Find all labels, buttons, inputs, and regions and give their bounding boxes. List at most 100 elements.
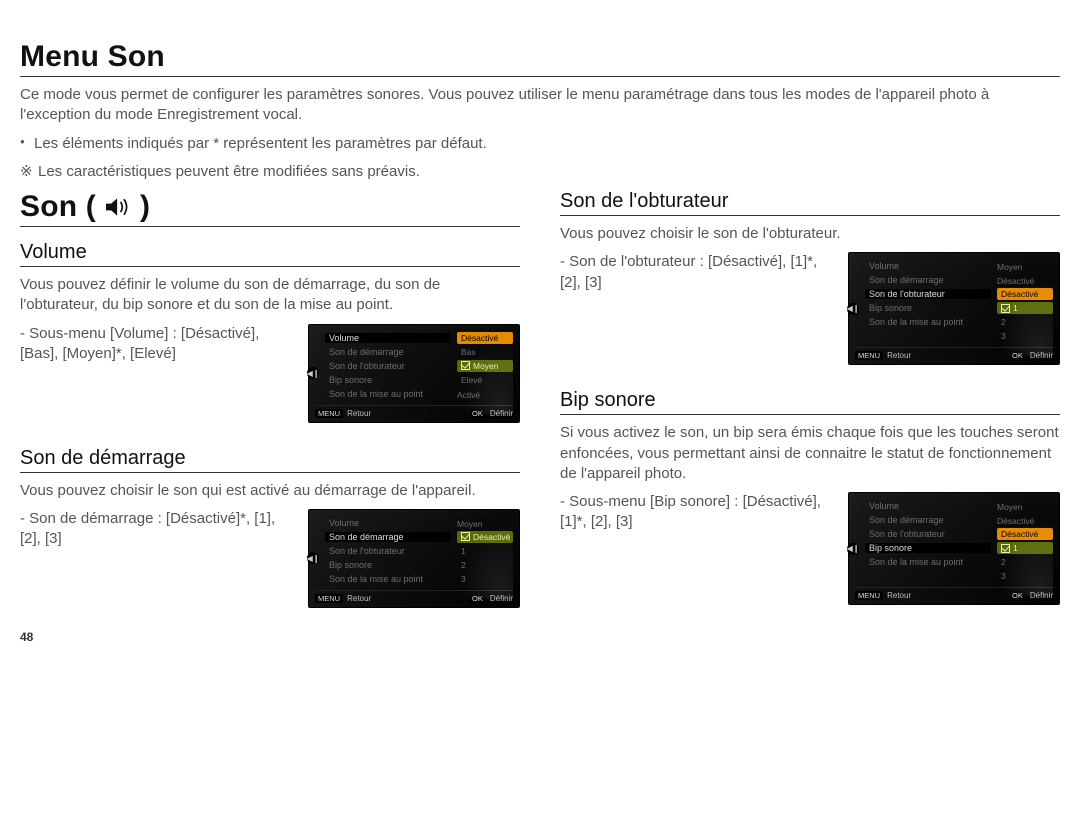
back-label: Retour — [347, 594, 371, 603]
two-column-layout: Son ( ) Volume Vous pouvez définir le vo… — [20, 190, 1060, 632]
lcd-option: Désactivé — [997, 288, 1053, 300]
lcd-item: Son de démarrage — [865, 515, 991, 525]
son-heading-suffix: ) — [140, 190, 150, 224]
lcd-item: Bip sonore — [865, 303, 991, 313]
lcd-item: Volume — [865, 261, 991, 271]
lcd-item: Son de l'obturateur — [325, 546, 451, 556]
lcd-option: 3 — [457, 573, 513, 585]
lcd-mock-obturateur: ◀❙ Volume Moyen Son de démarrage Désacti… — [848, 252, 1060, 365]
check-icon — [461, 361, 470, 370]
ok-tag: OK — [1009, 351, 1026, 360]
lcd-option: Elevé — [457, 374, 513, 386]
lcd-option: 2 — [997, 556, 1053, 568]
spec-label: - Son de démarrage : — [20, 510, 162, 527]
right-column: Son de l'obturateur Vous pouvez choisir … — [560, 190, 1060, 629]
menu-tag: MENU — [315, 409, 343, 418]
lcd-item-bip: Bip sonore — [865, 543, 991, 553]
spec-volume: - Sous-menu [Volume] : [Désactivé], [Bas… — [20, 324, 290, 365]
lcd-item: Bip sonore — [325, 560, 451, 570]
section-desc-demarrage: Vous pouvez choisir le son qui est activ… — [20, 481, 520, 501]
lcd-option-selected: 1 — [997, 302, 1053, 314]
intro-paragraph: Ce mode vous permet de configurer les pa… — [20, 85, 1060, 126]
menu-tag: MENU — [855, 351, 883, 360]
lcd-item: Volume — [865, 501, 991, 511]
check-icon — [1001, 304, 1010, 313]
lcd-item: Volume — [325, 518, 451, 528]
lcd-value: Activé — [451, 388, 513, 400]
check-icon — [461, 532, 470, 541]
son-heading: Son ( ) — [20, 190, 520, 227]
lcd-option: 2 — [457, 559, 513, 571]
lcd-option: Désactivé — [457, 332, 513, 344]
lcd-option-selected: Désactivé — [457, 531, 513, 543]
lcd-item: Bip sonore — [325, 375, 451, 385]
section-obturateur: Son de l'obturateur Vous pouvez choisir … — [560, 190, 1060, 365]
lcd-value: Moyen — [991, 500, 1053, 512]
lcd-item: Son de la mise au point — [865, 317, 991, 327]
lcd-mock-volume: ◀❙ Volume Désactivé Son de démarrage Bas — [308, 324, 520, 423]
back-label: Retour — [347, 409, 371, 418]
lcd-option: 3 — [997, 570, 1053, 582]
spec-bip: - Sous-menu [Bip sonore] : [Désactivé], … — [560, 492, 830, 533]
section-title-obturateur: Son de l'obturateur — [560, 190, 1060, 216]
set-label: Définir — [1030, 591, 1053, 600]
lcd-value: Désactivé — [991, 514, 1053, 526]
lcd-mock-bip: ◀❙ Volume Moyen Son de démarrage Désacti… — [848, 492, 1060, 605]
section-demarrage: Son de démarrage Vous pouvez choisir le … — [20, 447, 520, 608]
section-title-demarrage: Son de démarrage — [20, 447, 520, 473]
lcd-option: Bas — [457, 346, 513, 358]
menu-tag: MENU — [855, 591, 883, 600]
lcd-value: Moyen — [451, 517, 513, 529]
spec-label: - Sous-menu [Bip sonore] : — [560, 493, 738, 510]
back-label: Retour — [887, 351, 911, 360]
section-title-volume: Volume — [20, 241, 520, 267]
section-desc-bip: Si vous activez le son, un bip sera émis… — [560, 423, 1060, 484]
section-bip: Bip sonore Si vous activez le son, un bi… — [560, 389, 1060, 605]
lcd-footer: MENU Retour OK Définir — [855, 347, 1053, 360]
spec-demarrage: - Son de démarrage : [Désactivé]*, [1], … — [20, 509, 290, 550]
lcd-value: Désactivé — [991, 274, 1053, 286]
page-title: Menu Son — [20, 40, 1060, 77]
section-title-bip: Bip sonore — [560, 389, 1060, 415]
intro-note: Les caractéristiques peuvent être modifi… — [20, 162, 1060, 182]
lcd-footer: MENU Retour OK Définir — [315, 405, 513, 418]
manual-page: Menu Son Ce mode vous permet de configur… — [0, 0, 1080, 652]
lcd-option: 3 — [997, 330, 1053, 342]
page-number: 48 — [20, 630, 33, 644]
son-heading-prefix: Son ( — [20, 190, 96, 224]
spec-label: - Son de l'obturateur : — [560, 253, 704, 270]
set-label: Définir — [1030, 351, 1053, 360]
lcd-option-selected: 1 — [997, 542, 1053, 554]
lcd-item: Son de la mise au point — [325, 389, 451, 399]
lcd-mock-demarrage: ◀❙ Volume Moyen Son de démarrage Désacti… — [308, 509, 520, 608]
spec-obturateur: - Son de l'obturateur : [Désactivé], [1]… — [560, 252, 830, 293]
lcd-item: Son de la mise au point — [865, 557, 991, 567]
lcd-footer: MENURetour OKDéfinir — [315, 590, 513, 603]
lcd-item: Son de l'obturateur — [865, 529, 991, 539]
set-label: Définir — [490, 594, 513, 603]
section-volume: Volume Vous pouvez définir le volume du … — [20, 241, 520, 423]
intro-bullet: Les éléments indiqués par * représentent… — [20, 134, 1060, 154]
set-label: Définir — [490, 409, 513, 418]
lcd-item: Son de démarrage — [325, 347, 451, 357]
check-icon — [1001, 544, 1010, 553]
lcd-option: 1 — [457, 545, 513, 557]
back-label: Retour — [887, 591, 911, 600]
lcd-item-volume: Volume — [325, 333, 451, 343]
lcd-item: Son de démarrage — [865, 275, 991, 285]
lcd-footer: MENU Retour OK Définir — [855, 587, 1053, 600]
section-desc-obturateur: Vous pouvez choisir le son de l'obturate… — [560, 224, 1060, 244]
menu-tag: MENU — [315, 594, 343, 603]
section-desc-volume: Vous pouvez définir le volume du son de … — [20, 275, 520, 316]
lcd-value: Moyen — [991, 260, 1053, 272]
spec-label: - Sous-menu [Volume] : — [20, 325, 177, 342]
lcd-item-obturateur: Son de l'obturateur — [865, 289, 991, 299]
lcd-item-demarrage: Son de démarrage — [325, 532, 451, 542]
lcd-item: Son de l'obturateur — [325, 361, 451, 371]
lcd-option: Désactivé — [997, 528, 1053, 540]
lcd-item: Son de la mise au point — [325, 574, 451, 584]
speaker-icon — [104, 195, 132, 219]
lcd-option: 2 — [997, 316, 1053, 328]
ok-tag: OK — [469, 409, 486, 418]
ok-tag: OK — [1009, 591, 1026, 600]
